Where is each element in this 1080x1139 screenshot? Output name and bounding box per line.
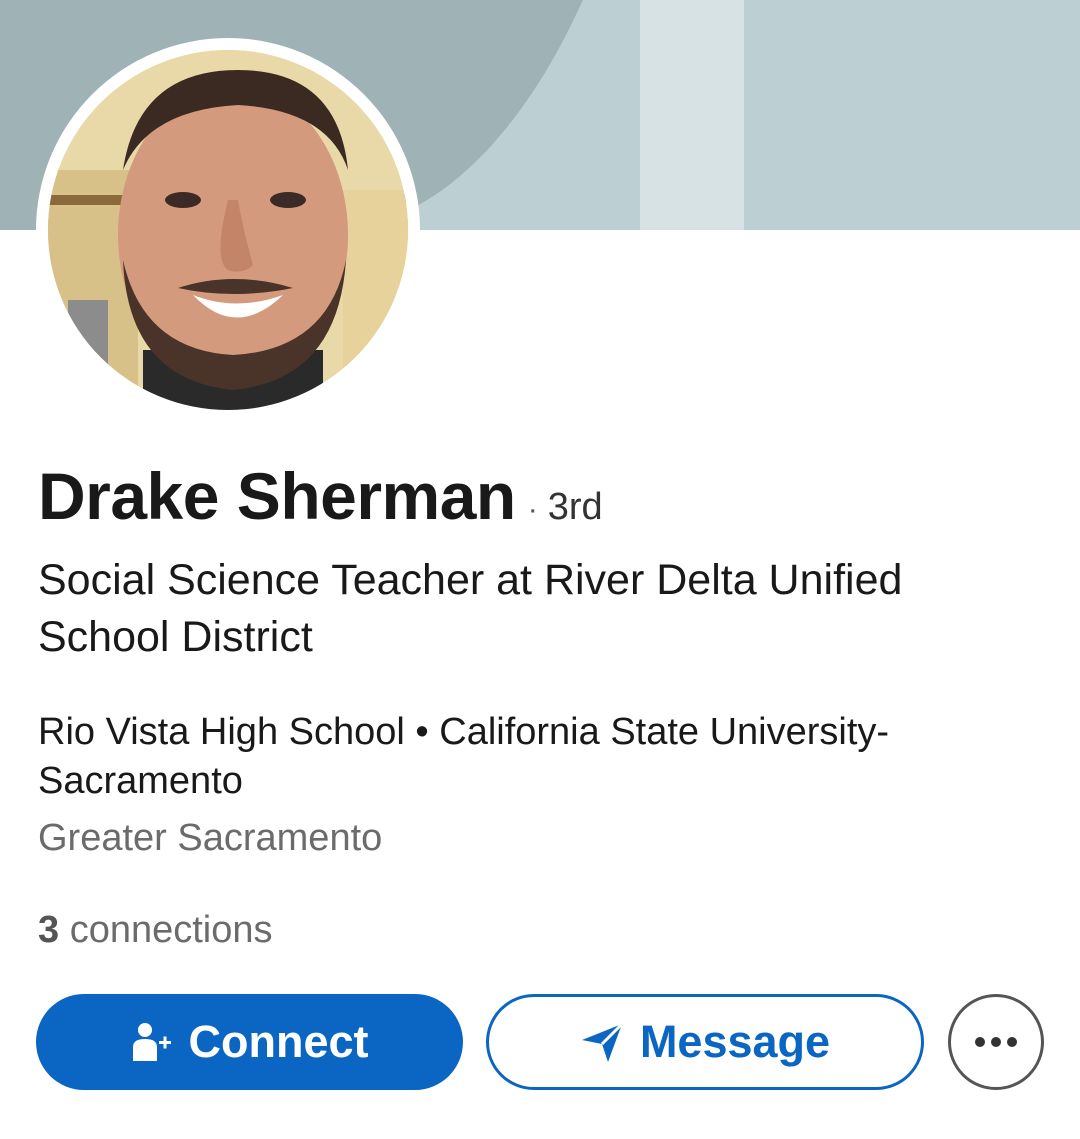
profile-education[interactable]: Rio Vista High School • California State… [38,708,938,806]
avatar[interactable] [36,38,420,422]
connections-count[interactable]: 3 connections [38,906,273,955]
cover-shape [640,0,744,230]
add-person-icon [131,1021,173,1063]
profile-page: Drake Sherman · 3rd Social Science Teach… [0,0,1080,1139]
more-icon [975,1037,1017,1047]
connect-label: Connect [188,1016,369,1067]
connect-button[interactable]: Connect [36,994,463,1090]
message-label: Message [639,1016,831,1067]
profile-location: Greater Sacramento [38,817,383,859]
connection-degree-badge: 3rd [547,486,603,528]
profile-name: Drake Sherman [38,459,516,533]
profile-photo [48,50,408,410]
message-button[interactable]: Message [486,994,924,1090]
connections-label: connections [59,909,273,951]
cover-shape [744,0,1080,230]
connections-number: 3 [38,909,60,951]
profile-headline: Social Science Teacher at River Delta Un… [38,556,903,661]
name-row: Drake Sherman · 3rd [38,458,603,534]
profile-photo-illustration [48,50,408,410]
send-icon [580,1020,624,1064]
degree-separator: · [527,493,538,526]
more-options-button[interactable] [948,994,1044,1090]
